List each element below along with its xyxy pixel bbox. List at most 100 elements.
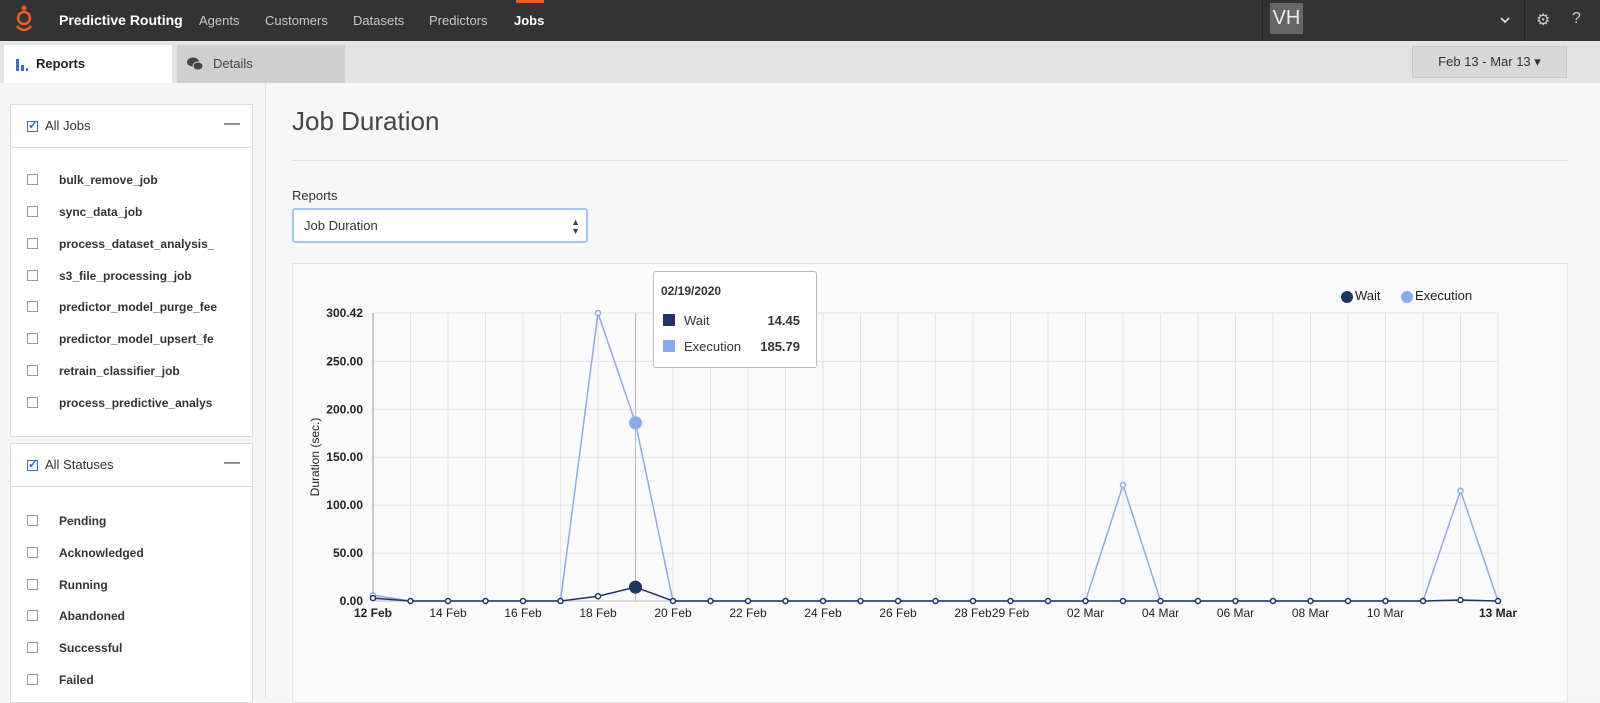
job-name: s3_file_processing_job	[59, 269, 192, 283]
x-tick-label: 16 Feb	[504, 606, 542, 620]
checkbox[interactable]	[27, 515, 38, 526]
all-statuses-label: All Statuses	[45, 457, 114, 472]
chart-tooltip: 02/19/2020 Wait 14.45 Execution 185.79	[653, 271, 817, 368]
wait-data-point	[1269, 597, 1277, 605]
nav-agents[interactable]: Agents	[199, 13, 239, 28]
checkbox[interactable]	[27, 333, 38, 344]
topbar-divider	[1524, 0, 1525, 41]
status-panel-header: All Statuses —	[11, 444, 252, 487]
wait-data-point	[519, 597, 527, 605]
x-tick-label: 14 Feb	[429, 606, 467, 620]
checkbox[interactable]	[27, 397, 38, 408]
checkbox[interactable]	[27, 547, 38, 558]
tooltip-date: 02/19/2020	[661, 284, 722, 298]
all-statuses-checkbox[interactable]	[27, 457, 38, 471]
tooltip-execution-label: Execution	[684, 339, 742, 354]
tab-details[interactable]: Details	[177, 45, 345, 83]
nav-customers[interactable]: Customers	[265, 13, 328, 28]
genesys-logo-icon[interactable]	[12, 4, 36, 36]
checkbox[interactable]	[27, 174, 38, 185]
x-tick-label: 29 Feb	[992, 606, 1030, 620]
status-name: Failed	[59, 673, 94, 687]
wait-data-point	[629, 580, 642, 594]
report-select-value: Job Duration	[304, 218, 378, 233]
legend-item-wait[interactable]: Wait	[1341, 288, 1381, 303]
page-title: Job Duration	[292, 106, 440, 136]
job-name: predictor_model_purge_fee	[59, 300, 218, 314]
reports-label: Reports	[292, 188, 338, 203]
status-filter-panel: All Statuses — Pending Acknowledged Runn…	[10, 443, 253, 703]
legend-execution-marker	[1401, 290, 1413, 303]
wait-data-point	[1119, 597, 1127, 605]
y-tick-label: 200.00	[326, 402, 363, 416]
job-name: retrain_classifier_job	[59, 364, 180, 378]
checkbox[interactable]	[27, 365, 38, 376]
wait-data-point	[707, 597, 714, 605]
all-jobs-checkbox[interactable]	[27, 118, 38, 132]
wait-data-point	[669, 597, 677, 605]
wait-data-point	[1419, 597, 1427, 605]
wait-data-point	[819, 597, 827, 605]
tab-reports[interactable]: Reports	[4, 45, 172, 83]
x-tick-label: 28 Feb	[954, 606, 992, 620]
avatar[interactable]: VH	[1270, 3, 1303, 34]
y-tick-label: 150.00	[326, 450, 363, 464]
status-name: Successful	[59, 641, 123, 655]
select-arrows-icon: ▲ ▼	[571, 217, 580, 236]
nav-predictors[interactable]: Predictors	[429, 13, 488, 28]
x-tick-label: 26 Feb	[879, 606, 917, 620]
status-name: Acknowledged	[59, 546, 144, 560]
y-axis-title: Duration (sec.)	[308, 418, 322, 497]
date-range-button[interactable]: Feb 13 - Mar 13 ▾	[1412, 46, 1567, 78]
y-tick-label: 300.42	[326, 306, 363, 320]
x-tick-label: 12 Feb	[354, 606, 392, 620]
bar-chart-icon	[16, 59, 28, 71]
tab-label: Reports	[36, 56, 86, 71]
help-icon[interactable]: ?	[1572, 10, 1581, 28]
checkbox[interactable]	[27, 270, 38, 281]
tooltip-wait-swatch	[663, 314, 675, 326]
x-tick-label: 06 Mar	[1217, 606, 1254, 620]
checkbox[interactable]	[27, 642, 38, 653]
title-divider	[292, 160, 1568, 161]
wait-data-point	[932, 597, 939, 605]
wait-data-point	[1232, 597, 1239, 605]
checkbox[interactable]	[27, 674, 38, 685]
checkbox[interactable]	[27, 301, 38, 312]
execution-data-point	[629, 416, 642, 430]
legend-wait-marker	[1341, 290, 1353, 303]
job-duration-chart: 0.0050.00100.00150.00200.00250.00300.421…	[308, 306, 1517, 620]
x-tick-label: 08 Mar	[1292, 606, 1329, 620]
wait-data-point	[1382, 597, 1389, 605]
job-name: bulk_remove_job	[59, 173, 158, 187]
x-tick-label: 22 Feb	[729, 606, 767, 620]
chevron-down-icon[interactable]	[1500, 16, 1510, 24]
topbar-divider	[1262, 0, 1263, 41]
legend-item-execution[interactable]: Execution	[1401, 288, 1472, 303]
collapse-icon[interactable]: —	[224, 115, 240, 133]
wait-data-point	[1044, 597, 1052, 605]
nav-jobs[interactable]: Jobs	[514, 13, 544, 28]
report-select[interactable]: Job Duration ▲ ▼	[292, 208, 588, 243]
wait-data-point	[407, 597, 414, 605]
nav-datasets[interactable]: Datasets	[353, 13, 404, 28]
checkbox[interactable]	[27, 610, 38, 621]
status-name: Running	[59, 578, 108, 592]
checkbox[interactable]	[27, 238, 38, 249]
caret-down-icon: ▾	[1534, 54, 1541, 69]
sub-toolbar: Reports Details	[0, 41, 1600, 83]
tooltip-wait-label: Wait	[684, 313, 710, 328]
tab-label: Details	[213, 56, 253, 71]
wait-data-point	[857, 597, 864, 605]
gear-icon[interactable]: ⚙	[1536, 10, 1550, 30]
x-tick-label: 13 Mar	[1479, 606, 1517, 620]
collapse-icon[interactable]: —	[224, 454, 240, 472]
wait-data-point	[1307, 597, 1314, 605]
status-name: Abandoned	[59, 609, 125, 623]
wait-data-point	[1082, 597, 1089, 605]
checkbox[interactable]	[27, 579, 38, 590]
wait-data-point	[744, 597, 752, 605]
jobs-panel-header: All Jobs —	[11, 105, 252, 148]
checkbox[interactable]	[27, 206, 38, 217]
y-tick-label: 100.00	[326, 498, 363, 512]
